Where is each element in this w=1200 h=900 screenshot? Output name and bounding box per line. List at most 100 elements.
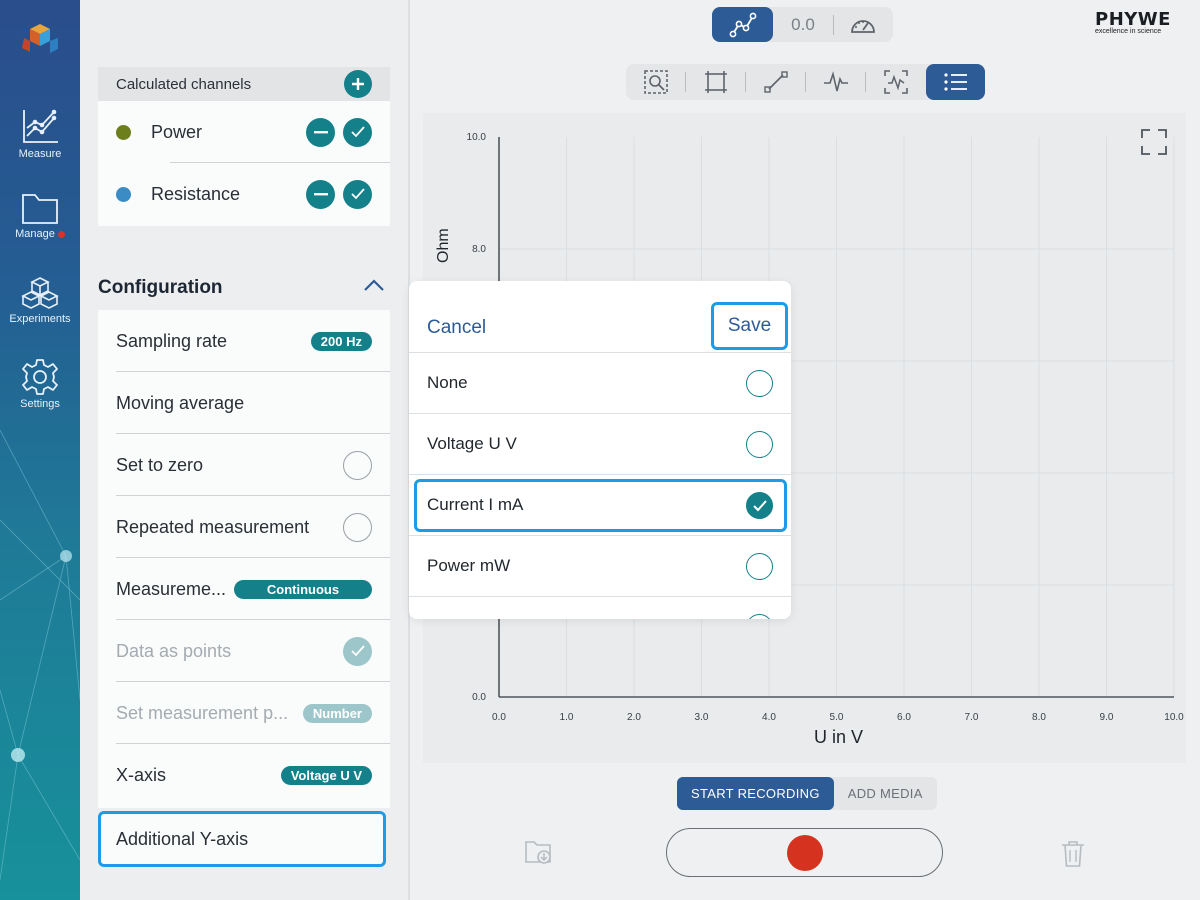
list-icon	[943, 73, 967, 91]
channel-row-resistance: Resistance	[98, 163, 390, 225]
config-label: Sampling rate	[116, 330, 228, 351]
data-as-points-toggle[interactable]	[343, 636, 372, 666]
option-radio[interactable]	[746, 553, 773, 580]
config-additional-y-axis[interactable]: Additional Y-axis	[98, 811, 386, 867]
config-set-measurement-points[interactable]: Set measurement p... Number	[98, 682, 390, 744]
graph-view-button[interactable]	[712, 7, 773, 42]
nav-label: Measure	[18, 148, 62, 160]
channel-color-dot	[116, 186, 131, 202]
x-tick-label: 9.0	[1100, 712, 1114, 723]
line-tool-icon	[763, 71, 788, 93]
view-segment-control: 0.0	[712, 7, 893, 42]
x-tick-label: 0.0	[492, 712, 506, 723]
chart-toolbar	[626, 64, 985, 100]
cubes-icon	[21, 277, 59, 309]
waveform-icon	[823, 71, 848, 92]
config-label: X-axis	[116, 764, 167, 785]
option-voltage[interactable]: Voltage U V	[409, 413, 791, 474]
zoom-button[interactable]	[626, 64, 685, 100]
config-sampling-rate[interactable]: Sampling rate 200 Hz	[98, 310, 390, 372]
nav-experiments[interactable]: Experiments	[0, 275, 80, 325]
option-current[interactable]: Current I mA	[409, 474, 791, 535]
config-label: Set to zero	[116, 454, 204, 475]
config-label: Measureme...	[116, 578, 227, 599]
option-label: None	[427, 373, 468, 392]
dialog-header: Cancel Save	[409, 281, 791, 352]
save-button[interactable]: Save	[711, 302, 788, 350]
x-tick-label: 1.0	[560, 712, 574, 723]
option-radio[interactable]	[746, 370, 773, 397]
recording-tabs: START RECORDING ADD MEDIA	[677, 777, 937, 810]
toggle-channel-button[interactable]	[343, 117, 372, 147]
cancel-button[interactable]: Cancel	[427, 317, 486, 339]
select-region-button[interactable]	[686, 64, 745, 100]
y-tick-label: 8.0	[472, 244, 486, 255]
option-label: Voltage U V	[427, 434, 517, 453]
minus-icon	[313, 193, 328, 196]
list-view-button[interactable]	[926, 64, 985, 100]
check-icon	[350, 126, 365, 138]
option-radio-checked[interactable]	[746, 492, 773, 519]
logo-title: PHYWE	[1095, 9, 1171, 30]
x-tick-label: 3.0	[695, 712, 709, 723]
check-icon	[350, 645, 365, 657]
option-power[interactable]: Power mW	[409, 535, 791, 596]
remove-channel-button[interactable]	[306, 117, 335, 147]
config-label: Data as points	[116, 640, 232, 661]
chevron-up-icon[interactable]	[363, 278, 385, 292]
logo-tagline: excellence in science	[1095, 28, 1162, 35]
x-axis-badge: Voltage U V	[280, 765, 372, 785]
config-label: Repeated measurement	[116, 516, 310, 537]
zoom-region-icon	[643, 70, 668, 94]
config-repeated-measurement[interactable]: Repeated measurement	[98, 496, 390, 558]
x-tick-label: 8.0	[1032, 712, 1046, 723]
fit-curve-button[interactable]	[866, 64, 925, 100]
nav-manage[interactable]: Manage	[0, 190, 80, 240]
chart-line-icon	[23, 109, 58, 143]
numeric-view-button[interactable]: 0.0	[773, 15, 833, 35]
tab-start-recording[interactable]: START RECORDING	[677, 777, 834, 810]
nav-settings[interactable]: Settings	[0, 358, 80, 410]
nav-label: Experiments	[9, 313, 71, 325]
config-measurement-mode[interactable]: Measureme... Continuous	[98, 558, 390, 620]
option-label: Current I mA	[427, 495, 524, 514]
select-region-icon	[704, 71, 727, 93]
option-none[interactable]: None	[409, 352, 791, 413]
nav-measure[interactable]: Measure	[0, 106, 80, 160]
folder-icon	[22, 194, 58, 224]
signal-analysis-button[interactable]	[806, 64, 865, 100]
set-to-zero-toggle[interactable]	[343, 450, 372, 480]
trash-icon[interactable]	[1060, 840, 1086, 868]
remove-channel-button[interactable]	[306, 179, 335, 209]
nav-label: Manage	[15, 228, 55, 240]
plus-icon	[352, 78, 364, 90]
y-axis-picker-dialog: Cancel Save None Voltage U V Current I m…	[409, 281, 791, 619]
folder-download-icon[interactable]	[524, 838, 554, 866]
toggle-channel-button[interactable]	[343, 179, 372, 209]
measurement-mode-badge: Continuous	[234, 579, 372, 599]
calculated-channels-card: Calculated channels Power Resistance	[98, 67, 390, 226]
option-next-partial[interactable]	[409, 596, 791, 619]
x-tick-label: 4.0	[762, 712, 776, 723]
config-moving-average[interactable]: Moving average	[98, 372, 390, 434]
x-tick-label: 2.0	[627, 712, 641, 723]
config-data-as-points[interactable]: Data as points	[98, 620, 390, 682]
tab-add-media[interactable]: ADD MEDIA	[834, 777, 937, 810]
expand-icon[interactable]	[1140, 128, 1168, 156]
option-radio[interactable]	[746, 614, 773, 619]
repeated-measurement-toggle[interactable]	[343, 512, 372, 542]
configuration-card: Sampling rate 200 Hz Moving average Set …	[98, 310, 390, 808]
config-set-to-zero[interactable]: Set to zero	[98, 434, 390, 496]
notification-dot	[57, 230, 65, 238]
add-channel-button[interactable]	[344, 70, 372, 98]
sampling-rate-badge: 200 Hz	[310, 331, 372, 351]
channel-name: Resistance	[151, 183, 241, 204]
calculated-channels-header: Calculated channels	[98, 67, 390, 101]
config-x-axis[interactable]: X-axis Voltage U V	[98, 744, 390, 806]
app-logo	[0, 22, 80, 58]
gauge-view-button[interactable]	[834, 15, 892, 35]
option-radio[interactable]	[746, 431, 773, 458]
record-button[interactable]	[666, 828, 943, 877]
line-tool-button[interactable]	[746, 64, 805, 100]
measurement-points-badge: Number	[302, 703, 372, 723]
